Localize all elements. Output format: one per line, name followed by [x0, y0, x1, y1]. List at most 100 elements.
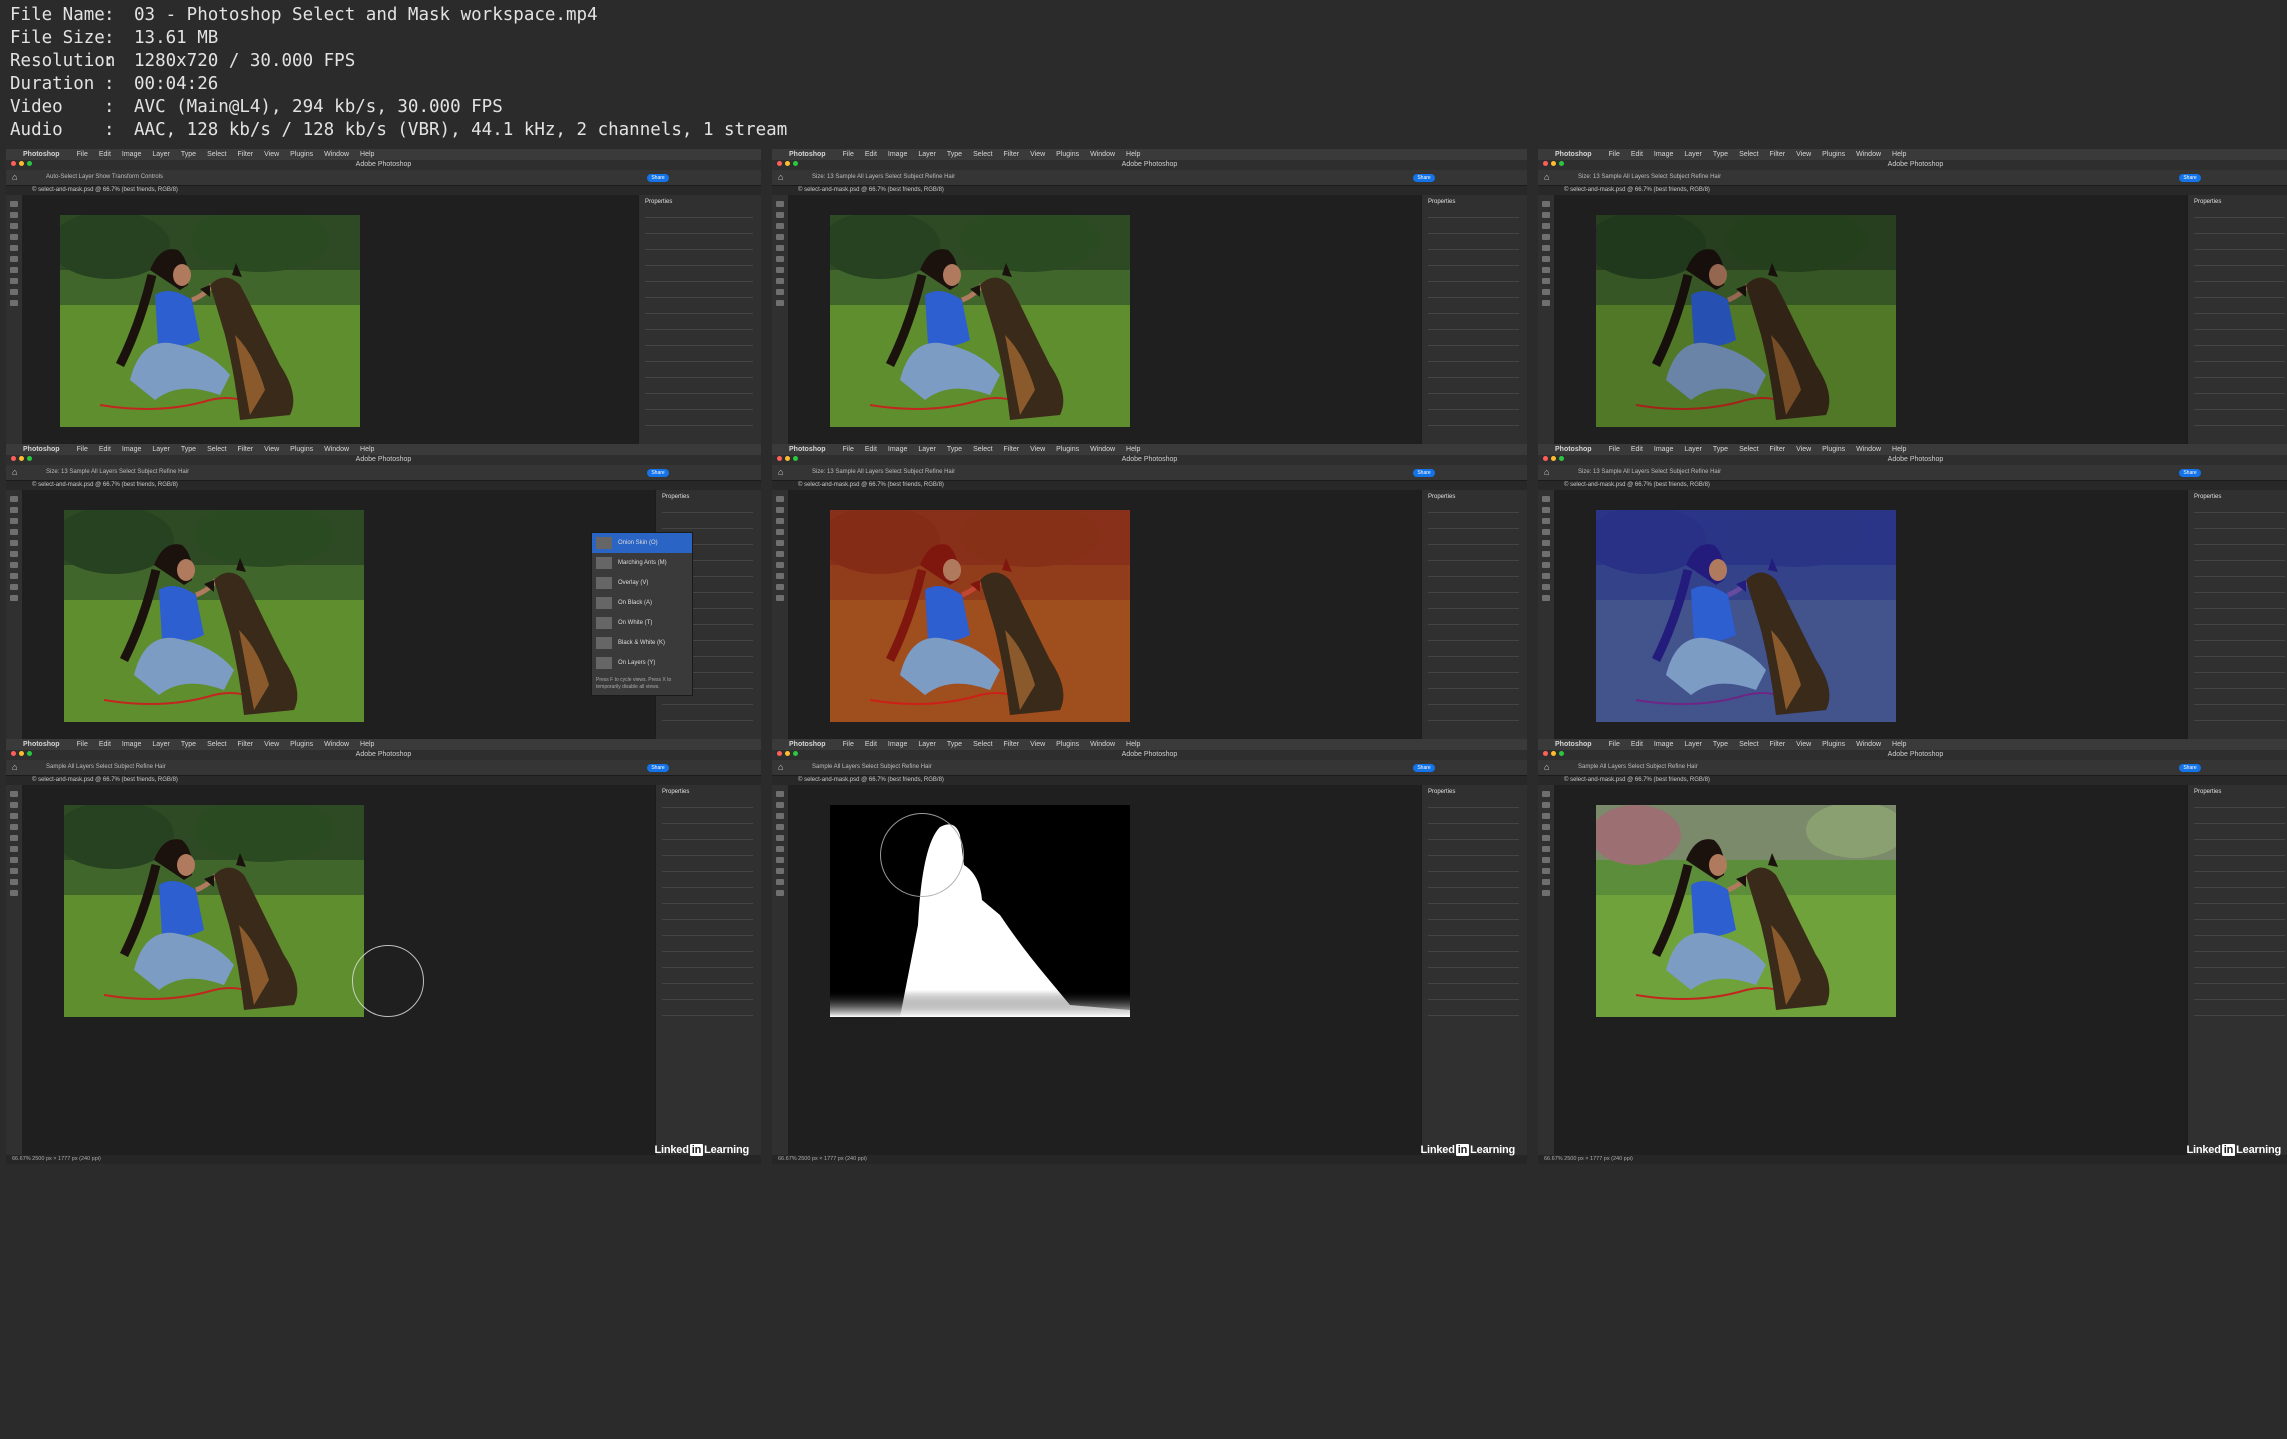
- share-button[interactable]: Share: [1413, 469, 1435, 477]
- menu-item[interactable]: Select: [1739, 149, 1758, 160]
- canvas-area[interactable]: [22, 785, 656, 1155]
- document-image[interactable]: [830, 805, 1130, 1017]
- menu-item[interactable]: Select: [207, 444, 226, 455]
- share-button[interactable]: Share: [647, 174, 669, 182]
- tool-icon[interactable]: [10, 267, 18, 273]
- menu-item[interactable]: Filter: [238, 739, 254, 750]
- home-icon[interactable]: ⌂: [1544, 465, 1549, 480]
- view-mode-option[interactable]: On Layers (Y): [592, 653, 692, 673]
- minimize-icon[interactable]: [785, 456, 790, 461]
- document-image[interactable]: [1596, 215, 1896, 427]
- menu-item[interactable]: Image: [1654, 149, 1673, 160]
- panel-control[interactable]: [1428, 512, 1519, 513]
- tool-icon[interactable]: [10, 507, 18, 513]
- zoom-icon[interactable]: [27, 161, 32, 166]
- panel-control[interactable]: [2194, 329, 2285, 330]
- panel-control[interactable]: [645, 297, 753, 298]
- tool-icon[interactable]: [1542, 300, 1550, 306]
- zoom-icon[interactable]: [27, 751, 32, 756]
- panel-control[interactable]: [2194, 265, 2285, 266]
- panel-control[interactable]: [2194, 512, 2285, 513]
- menu-item[interactable]: Filter: [1770, 739, 1786, 750]
- document-tab[interactable]: © select-and-mask.psd @ 66.7% (best frie…: [6, 186, 761, 195]
- minimize-icon[interactable]: [19, 751, 24, 756]
- panel-control[interactable]: [2194, 313, 2285, 314]
- close-icon[interactable]: [11, 161, 16, 166]
- tool-icon[interactable]: [1542, 278, 1550, 284]
- tool-icon[interactable]: [1542, 857, 1550, 863]
- panel-control[interactable]: [645, 329, 753, 330]
- close-icon[interactable]: [11, 456, 16, 461]
- panel-control[interactable]: [662, 704, 753, 705]
- view-mode-option[interactable]: On Black (A): [592, 593, 692, 613]
- panel-control[interactable]: [645, 345, 753, 346]
- menu-item[interactable]: Plugins: [290, 149, 313, 160]
- tool-icon[interactable]: [776, 791, 784, 797]
- close-icon[interactable]: [1543, 161, 1548, 166]
- tool-icon[interactable]: [10, 278, 18, 284]
- window-controls[interactable]: [1543, 751, 1564, 756]
- tool-icon[interactable]: [1542, 562, 1550, 568]
- zoom-icon[interactable]: [27, 456, 32, 461]
- minimize-icon[interactable]: [19, 161, 24, 166]
- tool-icon[interactable]: [776, 540, 784, 546]
- panel-control[interactable]: [1428, 720, 1519, 721]
- tool-icon[interactable]: [776, 551, 784, 557]
- menu-item[interactable]: View: [264, 149, 279, 160]
- tool-icon[interactable]: [776, 573, 784, 579]
- panel-control[interactable]: [2194, 377, 2285, 378]
- minimize-icon[interactable]: [785, 161, 790, 166]
- menu-item[interactable]: View: [1030, 739, 1045, 750]
- tool-icon[interactable]: [10, 289, 18, 295]
- view-mode-option[interactable]: Onion Skin (O): [592, 533, 692, 553]
- tool-icon[interactable]: [1542, 201, 1550, 207]
- panel-control[interactable]: [2194, 345, 2285, 346]
- panel-control[interactable]: [662, 871, 753, 872]
- menu-item[interactable]: Filter: [238, 444, 254, 455]
- tool-icon[interactable]: [1542, 802, 1550, 808]
- home-icon[interactable]: ⌂: [12, 465, 17, 480]
- menu-item[interactable]: Filter: [1004, 444, 1020, 455]
- panel-control[interactable]: [2194, 409, 2285, 410]
- panel-control[interactable]: [1428, 935, 1519, 936]
- menu-item[interactable]: Select: [973, 739, 992, 750]
- zoom-icon[interactable]: [1559, 456, 1564, 461]
- tool-icon[interactable]: [776, 835, 784, 841]
- panel-control[interactable]: [645, 425, 753, 426]
- menu-item[interactable]: View: [1030, 149, 1045, 160]
- menu-item[interactable]: Layer: [1684, 149, 1702, 160]
- app-name[interactable]: Photoshop: [789, 444, 826, 455]
- panel-control[interactable]: [1428, 1015, 1519, 1016]
- panel-control[interactable]: [645, 249, 753, 250]
- tool-icon[interactable]: [1542, 540, 1550, 546]
- tool-icon[interactable]: [776, 496, 784, 502]
- menu-item[interactable]: Type: [1713, 739, 1728, 750]
- panel-control[interactable]: [662, 855, 753, 856]
- tool-icon[interactable]: [1542, 791, 1550, 797]
- menu-item[interactable]: View: [264, 444, 279, 455]
- panel-control[interactable]: [1428, 528, 1519, 529]
- menu-item[interactable]: Type: [181, 149, 196, 160]
- panel-control[interactable]: [662, 839, 753, 840]
- panel-control[interactable]: [1428, 839, 1519, 840]
- menu-item[interactable]: Layer: [152, 149, 170, 160]
- document-image[interactable]: [830, 215, 1130, 427]
- panel-control[interactable]: [662, 528, 753, 529]
- tool-icon[interactable]: [1542, 289, 1550, 295]
- tool-icon[interactable]: [776, 824, 784, 830]
- tool-icon[interactable]: [1542, 507, 1550, 513]
- menu-item[interactable]: Window: [324, 739, 349, 750]
- window-controls[interactable]: [11, 161, 32, 166]
- panel-control[interactable]: [2194, 608, 2285, 609]
- tool-icon[interactable]: [1542, 529, 1550, 535]
- panel-control[interactable]: [645, 409, 753, 410]
- document-tab[interactable]: © select-and-mask.psd @ 66.7% (best frie…: [772, 776, 1527, 785]
- panel-control[interactable]: [2194, 576, 2285, 577]
- window-controls[interactable]: [11, 456, 32, 461]
- tool-icon[interactable]: [10, 890, 18, 896]
- app-name[interactable]: Photoshop: [23, 444, 60, 455]
- panel-control[interactable]: [2194, 217, 2285, 218]
- tool-icon[interactable]: [10, 212, 18, 218]
- menu-item[interactable]: Select: [973, 444, 992, 455]
- menu-item[interactable]: Help: [1892, 149, 1906, 160]
